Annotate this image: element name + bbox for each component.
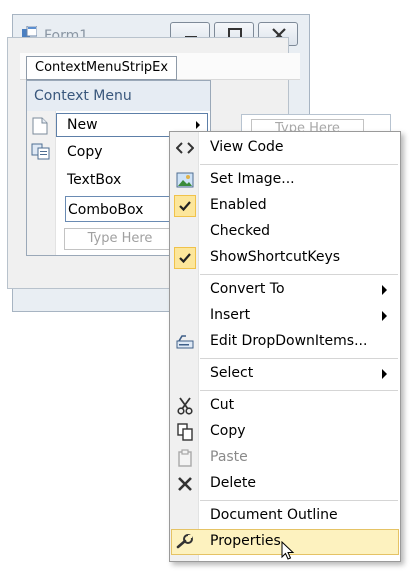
menu-convert-to[interactable]: Convert To (171, 277, 399, 303)
menu-properties-label: Properties (210, 533, 281, 549)
separator (200, 500, 398, 501)
menu-select[interactable]: Select (171, 361, 399, 387)
menu-checked-label: Checked (210, 223, 271, 239)
submenu-arrow-icon (196, 121, 200, 129)
image-icon (175, 170, 195, 190)
menu-select-label: Select (210, 365, 254, 381)
wrench-icon (175, 532, 195, 552)
menu-enabled-label: Enabled (210, 197, 267, 213)
menu-item-textbox[interactable]: TextBox (67, 172, 121, 188)
new-document-icon (32, 117, 48, 135)
context-menu-title: Context Menu (34, 88, 132, 104)
separator (200, 274, 398, 275)
menu-cut[interactable]: Cut (171, 393, 399, 419)
check-icon (175, 196, 195, 216)
check-icon (175, 248, 195, 268)
context-menu-type-here[interactable]: Type Here (64, 228, 176, 250)
menu-set-image-label: Set Image... (210, 171, 295, 187)
menu-view-code-label: View Code (210, 139, 284, 155)
separator (200, 390, 398, 391)
copy-icon (31, 143, 50, 160)
separator (200, 164, 398, 165)
menu-document-outline-label: Document Outline (210, 507, 338, 523)
menu-delete[interactable]: Delete (171, 471, 399, 497)
delete-icon (175, 474, 195, 494)
menu-document-outline[interactable]: Document Outline (171, 503, 399, 529)
menu-view-code[interactable]: View Code (171, 135, 399, 161)
menu-enabled[interactable]: Enabled (171, 193, 399, 219)
menu-edit-dropdown-items[interactable]: Edit DropDownItems... (171, 329, 399, 355)
menu-show-shortcut-keys-label: ShowShortcutKeys (210, 249, 341, 265)
menu-delete-label: Delete (210, 475, 256, 491)
code-icon (175, 138, 195, 158)
menu-copy[interactable]: Copy (171, 419, 399, 445)
menu-set-image[interactable]: Set Image... (171, 167, 399, 193)
menu-checked[interactable]: Checked (171, 219, 399, 245)
menu-paste-label: Paste (210, 449, 248, 465)
menu-convert-to-label: Convert To (210, 281, 285, 297)
submenu-arrow-icon (382, 311, 387, 321)
menu-insert-label: Insert (210, 307, 251, 323)
menu-item-combobox-label: ComboBox (68, 202, 144, 218)
menu-cut-label: Cut (210, 397, 235, 413)
separator (200, 358, 398, 359)
menu-insert[interactable]: Insert (171, 303, 399, 329)
mouse-cursor-icon (281, 541, 295, 560)
context-menu-strip-tab[interactable]: ContextMenuStripEx (26, 56, 178, 80)
edit-items-icon (175, 332, 195, 352)
menu-item-copy[interactable]: Copy (67, 144, 103, 160)
menu-paste: Paste (171, 445, 399, 471)
submenu-arrow-icon (382, 285, 387, 295)
menu-item-new-label: New (67, 117, 98, 133)
menu-item-combobox[interactable]: ComboBox (65, 196, 175, 222)
menu-show-shortcut-keys[interactable]: ShowShortcutKeys (171, 245, 399, 271)
copy-icon (175, 422, 195, 442)
submenu-arrow-icon (382, 369, 387, 379)
paste-icon (175, 448, 195, 468)
menu-copy-label: Copy (210, 423, 246, 439)
menu-edit-dropdown-items-label: Edit DropDownItems... (210, 333, 368, 349)
scissors-icon (175, 396, 195, 416)
